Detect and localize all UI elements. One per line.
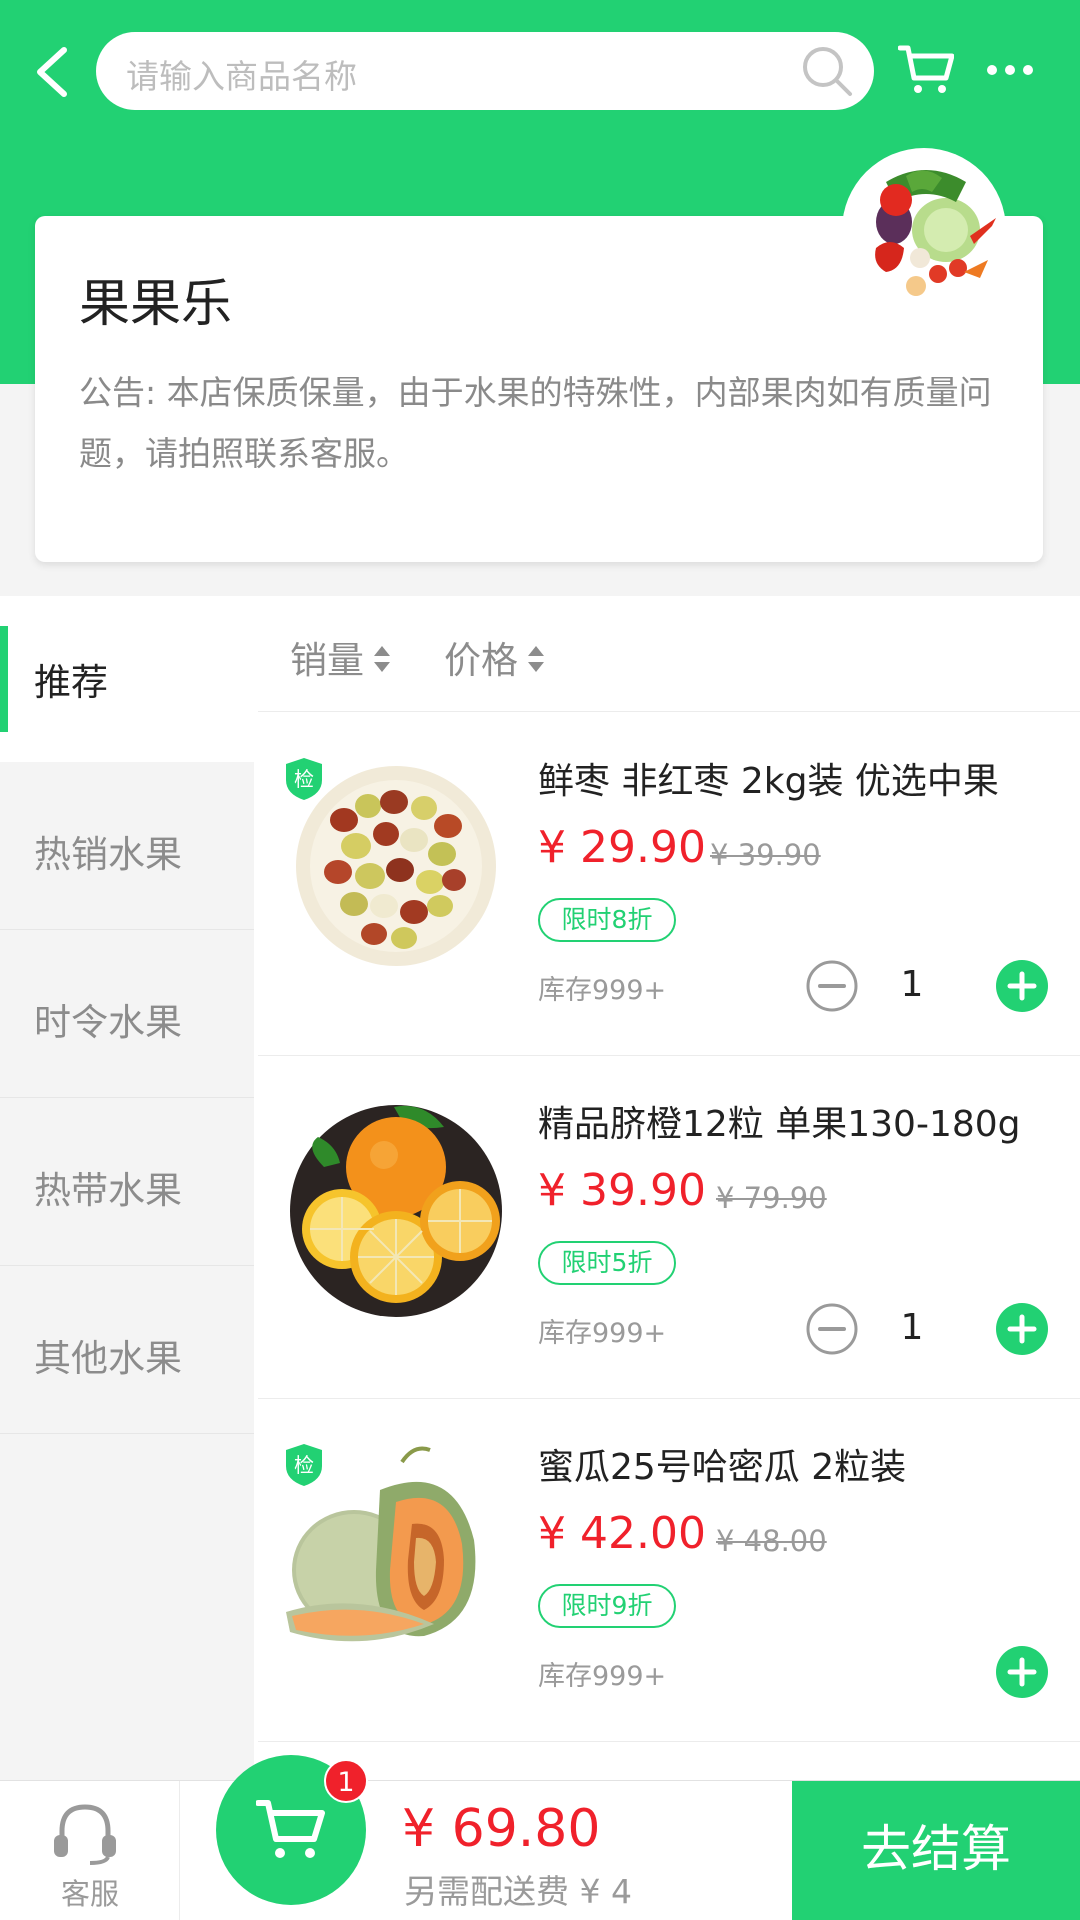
- cart-icon: [256, 1800, 325, 1858]
- vegetables-image: [846, 152, 1002, 308]
- quantity-value: 1: [900, 1307, 924, 1348]
- quantity-value: 1: [900, 964, 924, 1005]
- product-original-price: ¥ 48.00: [716, 1524, 827, 1558]
- product-title[interactable]: 鲜枣 非红枣 2kg装 优选中果: [538, 752, 999, 804]
- product-stock: 库存999+: [538, 975, 667, 1006]
- badge-text: 检: [294, 767, 314, 791]
- category-label: 其他水果: [34, 1337, 182, 1380]
- headset-icon: [54, 1804, 116, 1865]
- back-icon[interactable]: [30, 46, 74, 98]
- category-item-seasonal[interactable]: 时令水果: [0, 932, 254, 1098]
- sort-price-button[interactable]: 价格: [444, 630, 544, 684]
- cart-total: ¥ 69.80: [402, 1799, 601, 1859]
- customer-service-button[interactable]: 客服: [0, 1781, 180, 1920]
- search-input[interactable]: 请输入商品名称: [96, 32, 874, 110]
- category-label: 热销水果: [34, 833, 182, 876]
- product-original-price: ¥ 79.90: [716, 1181, 827, 1215]
- product-image-orange: [284, 1097, 508, 1321]
- sort-arrows-icon: [528, 645, 544, 672]
- store-name: 果果乐: [79, 275, 233, 334]
- badge-text: 检: [294, 1453, 314, 1477]
- category-sidebar: 推荐 热销水果 时令水果 热带水果 其他水果: [0, 596, 254, 1780]
- active-indicator: [0, 626, 8, 732]
- product-price: ¥ 39.90: [538, 1165, 706, 1216]
- sort-bar: 销量 价格: [258, 596, 1080, 712]
- product-stock: 库存999+: [538, 1661, 667, 1692]
- product-stock: 库存999+: [538, 1318, 667, 1349]
- inspected-badge-icon: 检: [286, 1444, 322, 1486]
- category-item-hot[interactable]: 热销水果: [0, 764, 254, 930]
- sort-sales-label: 销量: [290, 639, 364, 682]
- cart-count-badge: 1: [324, 1759, 368, 1803]
- increase-quantity-button[interactable]: [996, 960, 1048, 1012]
- discount-tag: 限时8折: [538, 898, 676, 942]
- decrease-quantity-button[interactable]: [806, 960, 858, 1012]
- category-label: 推荐: [34, 661, 108, 704]
- product-original-price: ¥ 39.90: [710, 838, 821, 872]
- bottom-bar: 客服 1 ¥ 69.80 另需配送费 ¥ 4 去结算: [0, 1755, 1080, 1920]
- decrease-quantity-button[interactable]: [806, 1303, 858, 1355]
- category-label: 时令水果: [34, 1001, 182, 1044]
- sort-arrows-icon: [374, 645, 390, 672]
- product-price: ¥ 42.00: [538, 1508, 706, 1559]
- inspected-badge-icon: 检: [286, 758, 322, 800]
- add-to-cart-button[interactable]: [996, 1646, 1048, 1698]
- category-item-recommend[interactable]: 推荐: [0, 596, 254, 762]
- sort-price-label: 价格: [444, 639, 518, 682]
- cart-icon[interactable]: [898, 44, 954, 96]
- store-notice: 公告: 本店保质保量，由于水果的特殊性，内部果肉如有质量问题，请拍照联系客服。: [79, 373, 992, 473]
- search-placeholder: 请输入商品名称: [126, 57, 357, 96]
- search-icon[interactable]: [798, 42, 856, 100]
- checkout-button[interactable]: 去结算: [792, 1781, 1080, 1920]
- product-item[interactable]: 检 鲜枣 非红枣 2kg装 优选中果 ¥ 29.90 ¥ 39.90 限时8折 …: [258, 714, 1080, 1056]
- sort-sales-button[interactable]: 销量: [290, 630, 390, 684]
- product-title[interactable]: 蜜瓜25号哈密瓜 2粒装: [538, 1438, 906, 1490]
- customer-service-label: 客服: [60, 1877, 119, 1911]
- store-avatar: [846, 152, 1002, 308]
- discount-tag: 限时5折: [538, 1241, 676, 1285]
- increase-quantity-button[interactable]: [996, 1303, 1048, 1355]
- product-item[interactable]: 精品脐橙12粒 单果130-180g ¥ 39.90 ¥ 79.90 限时5折 …: [258, 1057, 1080, 1399]
- category-item-other[interactable]: 其他水果: [0, 1268, 254, 1434]
- product-item[interactable]: 检 蜜瓜25号哈密瓜 2粒装 ¥ 42.00 ¥ 48.00 限时9折 库存99…: [258, 1400, 1080, 1742]
- category-label: 热带水果: [34, 1169, 182, 1212]
- category-item-tropical[interactable]: 热带水果: [0, 1100, 254, 1266]
- more-icon[interactable]: [984, 60, 1036, 80]
- delivery-fee-note: 另需配送费 ¥ 4: [404, 1872, 632, 1911]
- discount-tag: 限时9折: [538, 1584, 676, 1628]
- product-price: ¥ 29.90: [538, 822, 706, 873]
- product-title[interactable]: 精品脐橙12粒 单果130-180g: [538, 1095, 1021, 1147]
